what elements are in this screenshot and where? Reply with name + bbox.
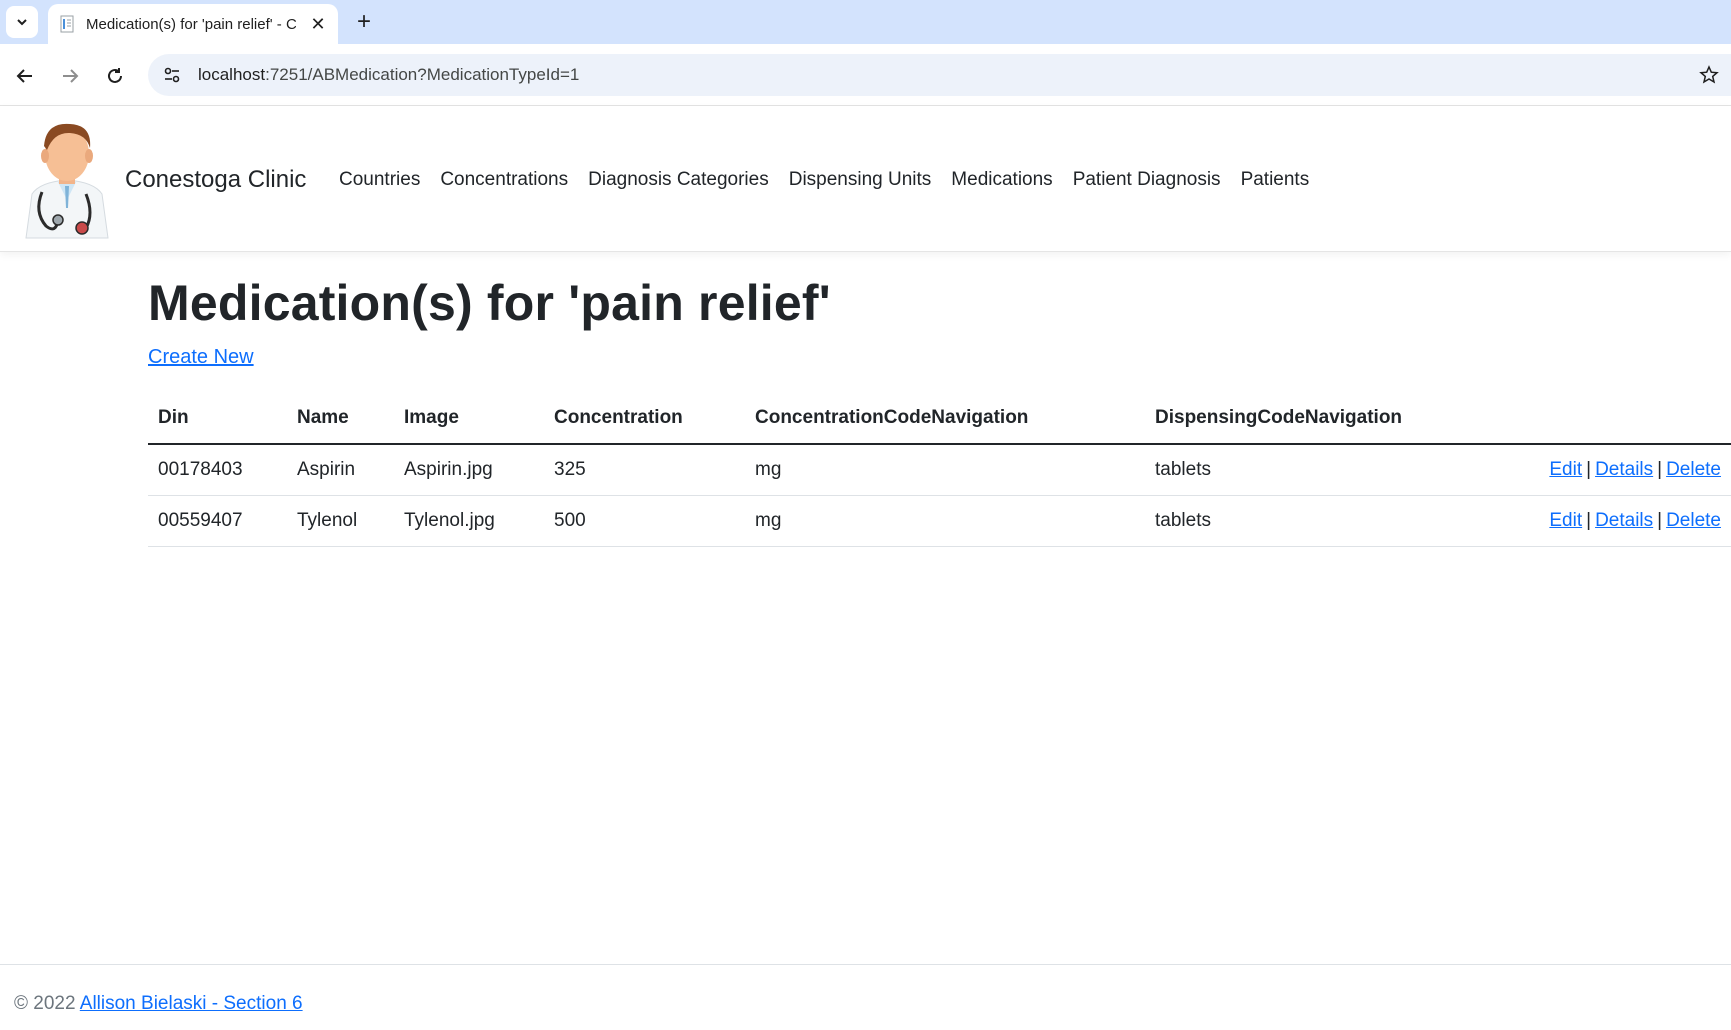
column-header-name: Name xyxy=(287,392,394,445)
browser-tab-strip: Medication(s) for 'pain relief' - C ✕ + xyxy=(0,0,1731,44)
separator: | xyxy=(1586,458,1592,480)
url-text: localhost:7251/ABMedication?MedicationTy… xyxy=(198,65,580,84)
column-header-actions xyxy=(1465,392,1731,445)
page-footer: © 2022 Allison Bielaski - Section 6 xyxy=(0,964,1731,1030)
column-header-concentration-code: ConcentrationCodeNavigation xyxy=(745,392,1145,445)
column-header-din: Din xyxy=(148,392,287,445)
back-button[interactable] xyxy=(9,60,41,92)
doctor-logo[interactable] xyxy=(20,116,114,244)
bookmark-star-icon[interactable] xyxy=(1693,54,1725,96)
details-link[interactable]: Details xyxy=(1595,510,1653,531)
cell-din: 00178403 xyxy=(148,444,287,496)
nav-links: Countries Concentrations Diagnosis Categ… xyxy=(339,169,1329,191)
cell-concentration: 500 xyxy=(544,495,745,547)
table-row: 00559407 Tylenol Tylenol.jpg 500 mg tabl… xyxy=(148,495,1731,547)
column-header-dispensing-code: DispensingCodeNavigation xyxy=(1145,392,1465,445)
column-header-image: Image xyxy=(394,392,544,445)
nav-link-countries[interactable]: Countries xyxy=(339,169,420,191)
arrow-right-icon xyxy=(63,69,79,83)
delete-link[interactable]: Delete xyxy=(1666,459,1721,480)
tab-search-button[interactable] xyxy=(6,6,38,38)
delete-link[interactable]: Delete xyxy=(1666,510,1721,531)
cell-actions: Edit | Details | Delete xyxy=(1465,495,1731,547)
chevron-down-icon xyxy=(17,19,27,26)
nav-link-dispensing-units[interactable]: Dispensing Units xyxy=(789,169,932,191)
browser-toolbar: localhost:7251/ABMedication?MedicationTy… xyxy=(0,44,1731,106)
separator: | xyxy=(1657,509,1663,531)
medications-table: Din Name Image Concentration Concentrati… xyxy=(148,392,1731,547)
cell-din: 00559407 xyxy=(148,495,287,547)
cell-name: Aspirin xyxy=(287,444,394,496)
address-bar[interactable]: localhost:7251/ABMedication?MedicationTy… xyxy=(148,54,1731,96)
nav-link-medications[interactable]: Medications xyxy=(951,169,1052,191)
cell-image: Tylenol.jpg xyxy=(394,495,544,547)
cell-dispensing-code: tablets xyxy=(1145,495,1465,547)
nav-link-patient-diagnosis[interactable]: Patient Diagnosis xyxy=(1073,169,1221,191)
cell-concentration: 325 xyxy=(544,444,745,496)
site-info-icon[interactable] xyxy=(152,54,192,96)
separator: | xyxy=(1586,509,1592,531)
create-new-link[interactable]: Create New xyxy=(148,346,254,369)
tab-title: Medication(s) for 'pain relief' - C xyxy=(86,15,296,33)
cell-concentration-code: mg xyxy=(745,495,1145,547)
separator: | xyxy=(1657,458,1663,480)
column-header-concentration: Concentration xyxy=(544,392,745,445)
cell-actions: Edit | Details | Delete xyxy=(1465,444,1731,496)
close-tab-icon[interactable]: ✕ xyxy=(308,14,328,34)
edit-link[interactable]: Edit xyxy=(1549,459,1582,480)
brand-link[interactable]: Conestoga Clinic xyxy=(125,166,306,194)
table-row: 00178403 Aspirin Aspirin.jpg 325 mg tabl… xyxy=(148,444,1731,496)
nav-link-patients[interactable]: Patients xyxy=(1241,169,1310,191)
table-header-row: Din Name Image Concentration Concentrati… xyxy=(148,392,1731,445)
reload-icon xyxy=(108,68,122,83)
arrow-left-icon xyxy=(16,69,32,83)
cell-name: Tylenol xyxy=(287,495,394,547)
reload-button[interactable] xyxy=(99,60,131,92)
browser-tab-active[interactable]: Medication(s) for 'pain relief' - C ✕ xyxy=(48,4,338,44)
edit-link[interactable]: Edit xyxy=(1549,510,1582,531)
app-navbar: Conestoga Clinic Countries Concentration… xyxy=(0,106,1731,252)
copyright-text: © 2022 xyxy=(14,993,76,1014)
cell-concentration-code: mg xyxy=(745,444,1145,496)
page-title: Medication(s) for 'pain relief' xyxy=(148,275,831,331)
forward-button[interactable] xyxy=(54,60,86,92)
new-tab-button[interactable]: + xyxy=(350,8,378,36)
footer-text: © 2022 Allison Bielaski - Section 6 xyxy=(14,993,303,1015)
nav-link-concentrations[interactable]: Concentrations xyxy=(440,169,568,191)
cell-dispensing-code: tablets xyxy=(1145,444,1465,496)
details-link[interactable]: Details xyxy=(1595,459,1653,480)
document-icon xyxy=(58,15,76,33)
author-link[interactable]: Allison Bielaski - Section 6 xyxy=(80,993,303,1014)
cell-image: Aspirin.jpg xyxy=(394,444,544,496)
nav-link-diagnosis-categories[interactable]: Diagnosis Categories xyxy=(588,169,769,191)
